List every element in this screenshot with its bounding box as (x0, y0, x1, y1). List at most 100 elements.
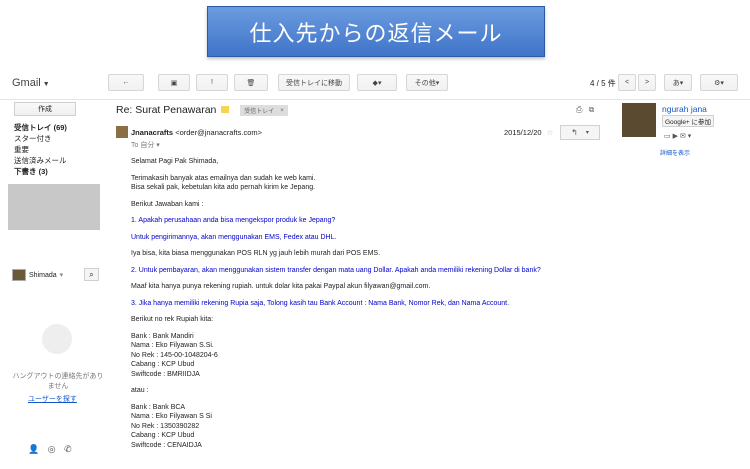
contact-name[interactable]: ngurah jana (662, 104, 707, 114)
label-chip: 受信トレイ × (240, 105, 288, 116)
gmail-label: Gmail (12, 77, 41, 89)
pager-count: 4 / 5 件 (590, 79, 616, 88)
settings-button[interactable]: ⚙ ▾ (700, 74, 738, 91)
archive-icon: ▣ (170, 79, 178, 87)
hangout-icon (42, 324, 72, 354)
chat-user-name: Shimada (29, 271, 57, 279)
hangout-empty-text: ハングアウトの連絡先がありません (12, 373, 104, 390)
avatar (622, 103, 656, 137)
title-banner: 仕入先からの返信メール (0, 0, 750, 66)
gmail-window: Gmail ▼ ← ▣ ! 🗑 受信トレイに移動 ◆ ▾ その他 ▾ 4 / 5 件 … (0, 66, 750, 469)
compose-button[interactable]: 作成 (14, 102, 76, 116)
body-line: 3. Jika hanya memiliki rekening Rupia sa… (131, 299, 510, 307)
sender-email: <order@jnanacrafts.com> (175, 128, 263, 137)
body-line: No Rek : 145-00-1048204-6 (131, 351, 218, 359)
body-line: Untuk pengirimannya, akan menggunakan EM… (131, 233, 337, 241)
chevron-down-icon: ▾ (679, 79, 684, 87)
body-line: Cabang : KCP Ubud (131, 361, 195, 368)
back-button[interactable]: ← (108, 74, 144, 91)
message-body: Selamat Pagi Pak Shimada, Terimakasih ban… (131, 157, 601, 450)
recipient-line[interactable]: To 自分 ▾ (131, 140, 160, 150)
show-details-link[interactable]: 詳細を表示 (660, 148, 690, 157)
chevron-down-icon: ▾ (585, 130, 589, 136)
move-to-inbox-button[interactable]: 受信トレイに移動 (278, 74, 350, 91)
search-icon[interactable]: ⌕ (84, 268, 99, 281)
find-users-link[interactable]: ユーザーを探す (28, 394, 77, 404)
older-button[interactable]: > (638, 74, 656, 91)
newer-button[interactable]: < (618, 74, 636, 91)
join-google-plus-button[interactable]: Google+ に参加 (662, 115, 714, 127)
chevron-down-icon: ▾ (156, 142, 160, 149)
chevron-down-icon: ▼ (42, 81, 50, 88)
phone-icon[interactable]: ✆ (64, 444, 72, 454)
body-line: 2. Untuk pembayaran, akan menggunakan si… (131, 266, 541, 274)
video-icon[interactable]: ▶ (673, 133, 678, 140)
body-line: Bisa sekali pak, kebetulan kita ado pern… (131, 184, 316, 191)
body-line: Terimakasih banyak atas emailnya dan sud… (131, 174, 316, 182)
chevron-down-icon: ▾ (435, 79, 440, 87)
person-icon[interactable]: 👤 (28, 444, 39, 454)
trash-icon: 🗑 (246, 79, 256, 87)
spam-icon: ! (211, 79, 213, 86)
contact-panel: ngurah jana Google+ に参加 ▭ ▶ ✉ ▾ 詳細を表示 (608, 100, 750, 469)
hangout-bubble-icon[interactable]: ◎ (48, 444, 56, 454)
redacted-area (8, 184, 100, 230)
print-icon[interactable]: ⎙ (576, 105, 582, 114)
star-icon[interactable]: ☆ (547, 128, 554, 137)
body-line: atau : (131, 387, 149, 394)
archive-button[interactable]: ▣ (158, 74, 190, 91)
new-window-icon[interactable]: ⧉ (589, 105, 595, 114)
chevron-down-icon: ▾ (377, 79, 382, 87)
message-date-text: 2015/12/20 (504, 128, 542, 137)
body-line: Berikut Jawaban kami : (131, 200, 204, 208)
reply-button[interactable]: ↰ ▾ (560, 125, 600, 140)
chevron-down-icon[interactable]: ▾ (688, 133, 692, 140)
body-line: Selamat Pagi Pak Shimada, (131, 158, 219, 165)
body-line: No Rek : 1350390282 (131, 422, 200, 430)
chat-icon[interactable]: ▭ (664, 133, 671, 140)
body-line: 1. Apakah perusahaan anda bisa mengekspo… (131, 217, 336, 224)
banner-title: 仕入先からの返信メール (207, 6, 545, 57)
body-line: Swiftcode : BMRIIDJA (131, 370, 200, 378)
body-line: Nama : Eko Filyawan S.Si. (131, 342, 214, 349)
contact-actions: ▭ ▶ ✉ ▾ (664, 132, 691, 140)
avatar (12, 269, 26, 281)
input-tools-label: あ (672, 79, 680, 87)
avatar (116, 126, 128, 138)
delete-button[interactable]: 🗑 (234, 74, 268, 91)
more-label: その他 (414, 79, 436, 87)
sidebar-item-starred[interactable]: スター付き (14, 133, 52, 144)
remove-label-icon[interactable]: × (280, 108, 284, 114)
more-button[interactable]: その他 ▾ (406, 74, 448, 91)
chevron-down-icon: ▾ (720, 79, 724, 87)
sidebar-item-inbox[interactable]: 受信トレイ (69) (14, 122, 67, 133)
chevron-down-icon: ▾ (59, 272, 64, 279)
mail-icon[interactable]: ✉ (680, 133, 686, 140)
chat-status[interactable]: Shimada ▾ (12, 269, 63, 281)
body-line: Bank : Bank BCA (131, 403, 186, 411)
message-date: 2015/12/20 ☆ (504, 128, 553, 137)
body-line: Bank : Bank Mandiri (131, 332, 194, 340)
sidebar: 作成 受信トレイ (69) スター付き 重要 送信済みメール 下書き (3) (0, 100, 108, 469)
sender: Jnanacrafts <order@jnanacrafts.com> (131, 128, 262, 137)
body-line: Cabang : KCP Ubud (131, 432, 195, 439)
body-line: Swiftcode : CENAIDJA (131, 441, 202, 449)
sidebar-item-important[interactable]: 重要 (14, 144, 29, 155)
important-marker-icon[interactable] (221, 106, 229, 113)
report-spam-button[interactable]: ! (196, 74, 228, 91)
body-line: Berikut no rek Rupiah kita: (131, 316, 214, 323)
gmail-menu[interactable]: Gmail ▼ (12, 77, 50, 89)
input-tools-button[interactable]: あ ▾ (664, 74, 692, 91)
sidebar-item-sent[interactable]: 送信済みメール (14, 155, 67, 166)
body-line: Maaf kita hanya punya rekening rupiah. u… (131, 283, 431, 290)
body-line: Nama : Eko Filyawan S Si (131, 413, 212, 420)
print-icons: ⎙ ⧉ (576, 105, 594, 115)
toolbar: Gmail ▼ ← ▣ ! 🗑 受信トレイに移動 ◆ ▾ その他 ▾ 4 / 5 件 … (0, 66, 750, 100)
sender-name: Jnanacrafts (131, 128, 174, 137)
label-chip-text: 受信トレイ (244, 109, 275, 115)
recipient-label: To 自分 (131, 142, 155, 149)
sidebar-item-drafts[interactable]: 下書き (3) (14, 166, 48, 177)
labels-button[interactable]: ◆ ▾ (357, 74, 397, 91)
chat-bottom-bar: 👤 ◎ ✆ (28, 444, 72, 455)
message-view: Re: Surat Penawaran 受信トレイ × ⎙ ⧉ Jnanacra… (108, 100, 608, 469)
